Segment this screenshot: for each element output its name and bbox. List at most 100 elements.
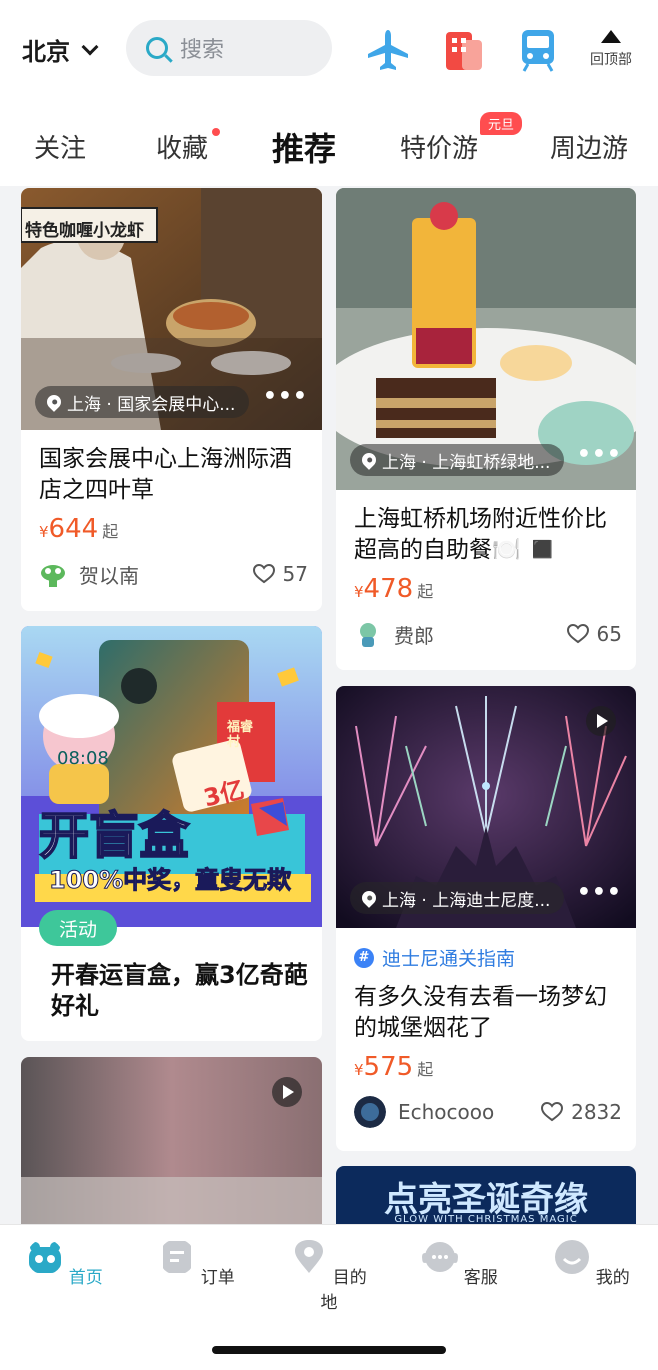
tab-label: 关注 <box>34 134 87 164</box>
city-selector[interactable]: 北京 <box>22 32 99 67</box>
location-pin-icon <box>359 888 379 908</box>
card-title: 国家会展中心上海洲际酒店之四叶草 <box>39 446 292 503</box>
order-icon <box>163 1241 192 1273</box>
nav-profile[interactable]: 我的 <box>552 1239 632 1288</box>
location-chip[interactable]: 上海 · 国家会展中心... <box>35 386 250 418</box>
location-pin-icon <box>359 450 379 470</box>
author-name: 贺以南 <box>79 564 139 588</box>
heart-icon <box>566 624 589 644</box>
card-photo: 上海 · 上海迪士尼度... ••• <box>336 686 636 928</box>
price-value: 644 <box>48 514 99 544</box>
activity-tag: 活动 <box>39 910 118 946</box>
train-icon[interactable] <box>514 26 562 74</box>
tab-label: 特价游 <box>400 134 479 164</box>
like-count: 65 <box>596 622 622 646</box>
profile-icon <box>555 1240 590 1274</box>
nav-customer-service[interactable]: 客服 <box>420 1239 500 1288</box>
location-text: 上海 · 上海迪士尼度... <box>382 890 551 911</box>
more-options-icon[interactable]: ••• <box>577 880 622 905</box>
tab-special-deals[interactable]: 特价游 元旦 <box>400 112 523 165</box>
price-value: 478 <box>363 574 414 604</box>
tab-follow[interactable]: 关注 <box>34 128 86 165</box>
home-icon <box>29 1242 62 1273</box>
currency-symbol: ¥ <box>354 583 364 601</box>
back-to-top-label: 回顶部 <box>590 52 632 68</box>
nav-label: 首页 <box>68 1268 103 1288</box>
promo-banner: 08:08 3亿 福睿村 开盲盒 100%中奖，童叟无欺 <box>21 626 322 927</box>
chevron-down-icon <box>81 38 99 55</box>
topic-tag[interactable]: # 迪士尼通关指南 <box>354 944 515 971</box>
tab-label: 收藏 <box>156 134 209 164</box>
currency-symbol: ¥ <box>39 523 49 541</box>
price-suffix: 起 <box>102 522 119 541</box>
author[interactable]: 贺以南 <box>39 560 139 589</box>
plane-icon[interactable] <box>364 26 412 74</box>
feed-card[interactable]: 上海 · 上海虹桥绿地... ••• 上海虹桥机场附近性价比超高的自助餐🍽️ ◼… <box>336 188 636 670</box>
nav-label: 目的地 <box>320 1268 367 1313</box>
arrow-up-icon <box>601 30 621 43</box>
card-photo: 上海 · 上海虹桥绿地... ••• <box>336 188 636 490</box>
banner-subtitle: 100%中奖，童叟无欺 <box>48 866 292 895</box>
price-suffix: 起 <box>417 1060 434 1079</box>
like-button[interactable]: 65 <box>566 622 622 646</box>
avatar <box>41 564 65 587</box>
price: ¥644 起 <box>39 514 118 544</box>
restaurant-sign: 特色咖喱小龙虾 <box>25 221 144 241</box>
search-placeholder: 搜索 <box>180 38 225 63</box>
heart-icon <box>541 1102 564 1122</box>
author-name: Echocooo <box>398 1100 495 1124</box>
location-chip[interactable]: 上海 · 上海虹桥绿地... <box>350 444 565 476</box>
more-options-icon[interactable]: ••• <box>263 384 308 409</box>
feed-card[interactable]: 特色咖喱小龙虾 上海 · 国家会展中心... ••• 国家会展中心上海洲际酒店之… <box>21 188 322 611</box>
card-title: 开春运盲盒，赢3亿奇葩好礼 <box>51 961 308 1020</box>
tab-nearby-trips[interactable]: 周边游 <box>550 128 628 165</box>
red-packet-label: 福睿村 <box>227 720 254 750</box>
feed-tabs: 关注 收藏 推荐 特价游 元旦 周边游 <box>0 100 658 186</box>
video-play-icon[interactable] <box>586 706 616 736</box>
hashtag-icon: # <box>354 947 374 968</box>
nav-orders[interactable]: 订单 <box>157 1239 237 1288</box>
like-count: 2832 <box>571 1100 622 1124</box>
tab-label: 周边游 <box>550 134 629 164</box>
author[interactable]: Echocooo <box>354 1096 494 1128</box>
topic-label: 迪士尼通关指南 <box>382 948 516 970</box>
search-icon <box>146 37 168 59</box>
nav-home[interactable]: 首页 <box>25 1239 105 1288</box>
feed-card[interactable]: 上海 · 上海迪士尼度... ••• # 迪士尼通关指南 有多久没有去看一场梦幻… <box>336 686 636 1151</box>
avatar <box>354 1096 386 1128</box>
nav-label: 我的 <box>595 1268 630 1288</box>
search-input[interactable]: 搜索 <box>126 20 332 76</box>
banner-title: 开盲盒 <box>38 806 190 866</box>
city-label: 北京 <box>22 38 70 66</box>
unread-dot <box>212 128 221 136</box>
customer-service-icon <box>422 1242 459 1272</box>
price-suffix: 起 <box>417 582 434 601</box>
nav-destination[interactable]: 目的地 <box>289 1239 369 1313</box>
heart-icon <box>252 564 275 584</box>
home-indicator[interactable] <box>212 1346 446 1354</box>
avatar <box>360 622 376 647</box>
author[interactable]: 费郎 <box>354 620 434 649</box>
author-name: 费郎 <box>394 624 434 648</box>
like-button[interactable]: 2832 <box>541 1100 622 1124</box>
price: ¥575 起 <box>354 1052 433 1082</box>
nav-label: 客服 <box>463 1268 498 1288</box>
activity-card[interactable]: 08:08 3亿 福睿村 开盲盒 100%中奖，童叟无欺 活动 开春运盲盒，赢3… <box>21 626 322 1041</box>
more-options-icon[interactable]: ••• <box>577 442 622 467</box>
back-to-top-button[interactable]: 回顶部 <box>584 30 638 69</box>
like-button[interactable]: 57 <box>252 562 308 586</box>
tab-label: 推荐 <box>272 130 337 168</box>
location-chip[interactable]: 上海 · 上海迪士尼度... <box>350 882 565 914</box>
card-title: 有多久没有去看一场梦幻的城堡烟花了 <box>354 984 607 1041</box>
video-play-icon[interactable] <box>272 1077 302 1107</box>
tab-favorites[interactable]: 收藏 <box>156 128 221 165</box>
nav-label: 订单 <box>200 1268 235 1288</box>
price: ¥478 起 <box>354 574 433 604</box>
phone-time: 08:08 <box>57 748 109 769</box>
location-text: 上海 · 上海虹桥绿地... <box>382 452 551 473</box>
hotel-icon[interactable] <box>440 26 488 74</box>
card-title: 上海虹桥机场附近性价比超高的自助餐🍽️ ◼️ <box>354 506 607 563</box>
tab-recommended[interactable]: 推荐 <box>260 124 349 170</box>
location-text: 上海 · 国家会展中心... <box>67 394 236 415</box>
currency-symbol: ¥ <box>354 1061 364 1079</box>
